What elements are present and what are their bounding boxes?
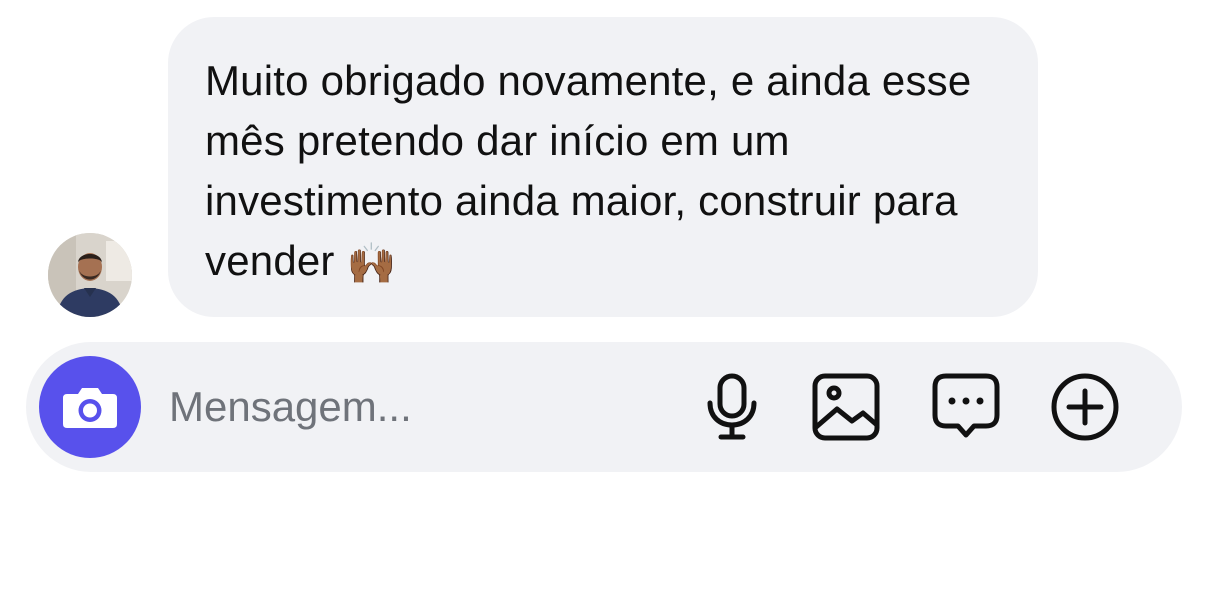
message-input[interactable]	[169, 377, 649, 437]
add-circle-icon	[1051, 373, 1119, 441]
message-text: Muito obrigado novamente, e ainda esse m…	[205, 57, 972, 284]
person-avatar-icon	[48, 233, 132, 317]
chat-screen: Muito obrigado novamente, e ainda esse m…	[0, 0, 1206, 599]
raising-hands-emoji: 🙌🏾	[346, 242, 397, 286]
message-bubble-icon	[932, 373, 1000, 438]
gallery-button[interactable]	[811, 372, 881, 442]
microphone-button[interactable]	[697, 372, 767, 442]
received-message-bubble[interactable]: Muito obrigado novamente, e ainda esse m…	[168, 17, 1038, 317]
message-composer	[26, 342, 1182, 472]
avatar[interactable]	[48, 233, 132, 317]
sticker-message-button[interactable]	[931, 372, 1001, 442]
add-button[interactable]	[1050, 372, 1120, 442]
camera-button[interactable]	[39, 356, 141, 458]
microphone-icon	[707, 373, 757, 440]
image-icon	[812, 373, 880, 441]
camera-icon	[63, 388, 117, 428]
